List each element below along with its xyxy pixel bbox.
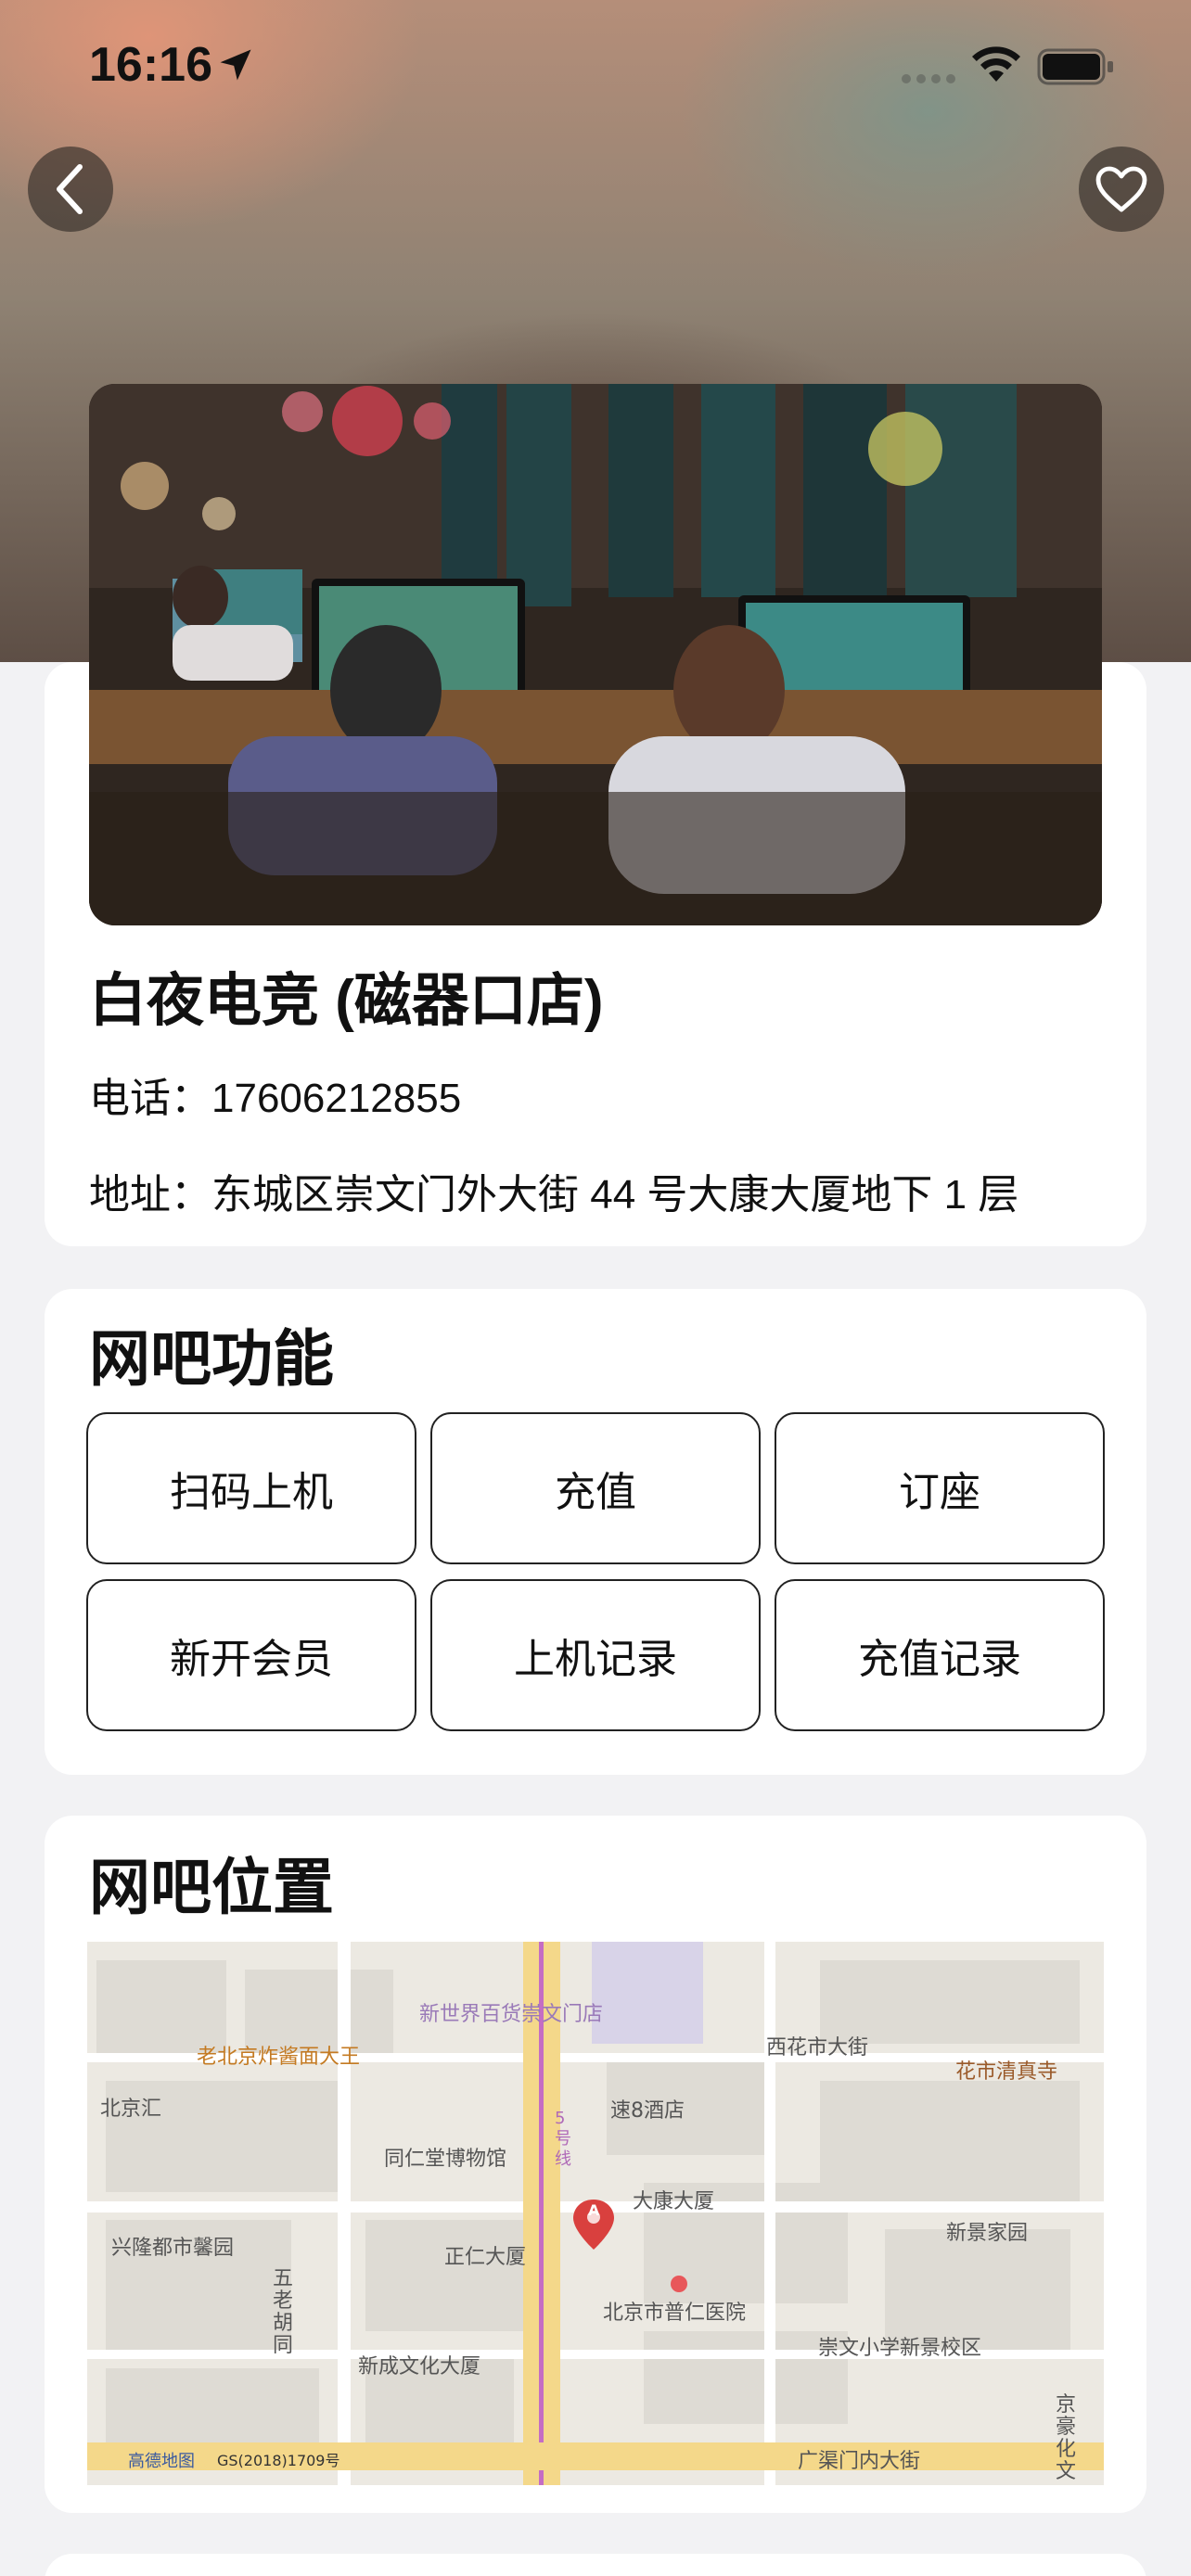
next-card — [45, 2554, 1146, 2576]
functions-title: 网吧功能 — [89, 1324, 334, 1393]
map-view[interactable]: 新世界百货崇文门店 老北京炸酱面大王 北京汇 同仁堂博物馆 速8酒店 西花市大街… — [87, 1942, 1104, 2485]
map-label: 崇文小学新景校区 — [818, 2337, 982, 2360]
map-label: 京豪化文 — [1056, 2393, 1077, 2483]
map-marker-label: A — [588, 2201, 600, 2219]
recharge-records-button[interactable]: 充值记录 — [775, 1579, 1105, 1731]
map-label: 5号线 — [555, 2109, 571, 2169]
map-label: 北京汇 — [100, 2098, 162, 2121]
map-label: 西花市大街 — [766, 2036, 869, 2060]
map-label: 正仁大厦 — [444, 2246, 527, 2269]
reserve-seat-button[interactable]: 订座 — [775, 1412, 1105, 1564]
map-label: 兴隆都市馨园 — [111, 2237, 235, 2260]
map-label: 北京市普仁医院 — [603, 2302, 747, 2325]
chevron-left-icon — [57, 164, 83, 214]
map-label: 老北京炸酱面大王 — [197, 2046, 361, 2069]
address-label: 地址： — [89, 1172, 211, 1218]
phone-line: 电话：17606212855 — [89, 1065, 461, 1124]
status-time: 16:16 — [89, 38, 212, 92]
status-bar: 16:16 — [0, 0, 1191, 130]
location-arrow-icon — [220, 49, 251, 81]
map-label: 大康大厦 — [633, 2190, 715, 2213]
map-label: 速8酒店 — [610, 2099, 685, 2123]
map-label: GS(2018)1709号 — [217, 2452, 340, 2469]
phone-number[interactable]: 17606212855 — [211, 1076, 461, 1121]
shop-photo — [89, 384, 1102, 925]
map-label: 同仁堂博物馆 — [384, 2148, 507, 2171]
wifi-icon — [972, 46, 1020, 82]
map-label: 新成文化大厦 — [358, 2355, 481, 2378]
map-label: 新景家园 — [946, 2222, 1029, 2245]
map-label: 广渠门内大街 — [798, 2450, 921, 2473]
address-line: 地址：东城区崇文门外大街 44 号大康大厦地下 1 层 — [89, 1161, 1018, 1220]
location-title: 网吧位置 — [89, 1853, 334, 1921]
address-text: 东城区崇文门外大街 44 号大康大厦地下 1 层 — [211, 1172, 1019, 1218]
scan-login-button[interactable]: 扫码上机 — [86, 1412, 416, 1564]
phone-label: 电话： — [89, 1076, 211, 1121]
map-label: 花市清真寺 — [955, 2060, 1058, 2084]
new-member-button[interactable]: 新开会员 — [86, 1579, 416, 1731]
battery-icon — [1037, 48, 1113, 85]
login-records-button[interactable]: 上机记录 — [430, 1579, 761, 1731]
map-label: 五老胡同 — [273, 2267, 294, 2357]
map-label: 高德地图 — [128, 2452, 195, 2471]
map-label: 新世界百货崇文门店 — [419, 2003, 604, 2026]
heart-icon — [1095, 166, 1147, 212]
recharge-button[interactable]: 充值 — [430, 1412, 761, 1564]
cellular-signal-icon — [902, 74, 955, 83]
back-button[interactable] — [28, 147, 113, 232]
favorite-button[interactable] — [1079, 147, 1164, 232]
shop-name: 白夜电竞 (磁器口店) — [89, 969, 604, 1033]
